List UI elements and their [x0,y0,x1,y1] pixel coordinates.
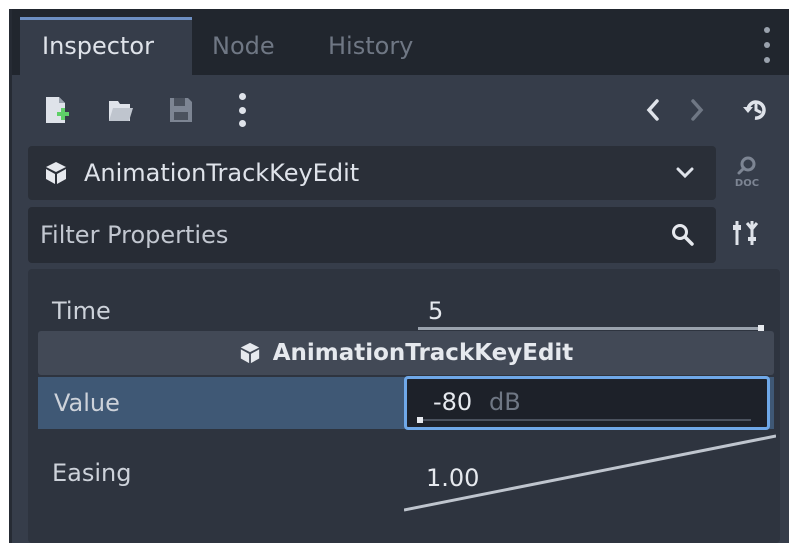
value-slider-grabber [417,417,423,423]
time-slider-track [418,327,762,330]
time-field[interactable]: 5 [406,287,766,331]
time-label: Time [52,297,111,325]
object-selector-label: AnimationTrackKeyEdit [84,159,360,187]
cube-icon [46,162,66,184]
cube-icon [240,342,259,364]
easing-label: Easing [52,459,132,487]
tab-inspector[interactable]: Inspector [20,17,192,75]
filter-properties-input[interactable]: Filter Properties [28,207,716,263]
open-documentation-icon[interactable]: DOC [727,153,767,193]
inspector-panel: Inspector Node History AnimationTrackKey… [9,9,789,543]
dock-menu-icon[interactable] [755,27,779,63]
back-icon[interactable] [640,95,666,125]
easing-value: 1.00 [426,464,480,492]
easing-curve-editor[interactable]: 1.00 [404,434,776,522]
time-value: 5 [428,297,444,325]
forward-icon[interactable] [684,95,710,125]
search-icon [672,224,694,246]
value-label: Value [54,389,120,417]
value-slider-track [417,419,751,421]
chevron-down-icon [676,167,694,179]
more-options-icon[interactable] [238,93,246,127]
tools-icon[interactable] [732,217,764,253]
inspector-toolbar [12,75,789,145]
save-icon[interactable] [168,95,194,125]
tab-node[interactable]: Node [212,17,275,75]
dock-tab-bar: Inspector Node History [12,9,789,75]
open-folder-icon[interactable] [108,95,134,125]
tab-history[interactable]: History [328,17,413,75]
filter-placeholder: Filter Properties [40,221,229,249]
value-field[interactable]: -80 dB [404,376,770,430]
history-icon[interactable] [742,95,768,125]
svg-text:DOC: DOC [735,178,759,189]
section-title: AnimationTrackKeyEdit [272,340,574,366]
object-selector[interactable]: AnimationTrackKeyEdit [28,146,716,200]
section-header[interactable]: AnimationTrackKeyEdit [38,331,774,375]
new-resource-icon[interactable] [44,95,70,125]
